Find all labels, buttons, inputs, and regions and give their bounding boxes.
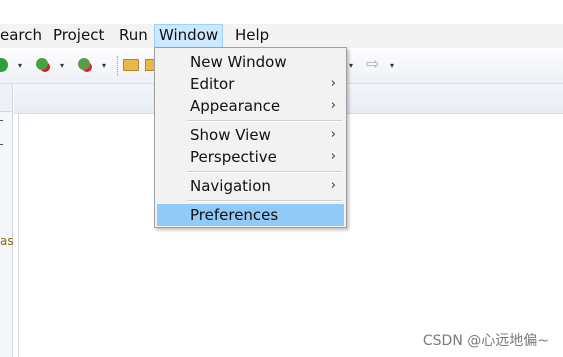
nav-dropdown-icon[interactable]: ▾ bbox=[349, 61, 353, 70]
menu-project[interactable]: Project bbox=[49, 24, 108, 48]
menu-item-label: Appearance bbox=[190, 97, 281, 115]
submenu-arrow-icon: › bbox=[330, 98, 336, 113]
tree-line bbox=[0, 120, 3, 121]
submenu-arrow-icon: › bbox=[330, 149, 336, 164]
submenu-arrow-icon: › bbox=[330, 127, 336, 142]
menu-item-navigation[interactable]: Navigation › bbox=[157, 175, 344, 197]
menu-separator bbox=[187, 200, 342, 202]
menu-item-preferences[interactable]: Preferences bbox=[157, 204, 344, 226]
menu-item-label: Preferences bbox=[190, 206, 279, 224]
open-folder-icon-2[interactable] bbox=[145, 59, 154, 75]
menu-item-perspective[interactable]: Perspective › bbox=[157, 146, 344, 168]
window-menu-dropdown: New Window Editor › Appearance › Show Vi… bbox=[154, 47, 347, 228]
menu-run[interactable]: Run bbox=[115, 24, 152, 48]
toolbar-separator bbox=[117, 56, 118, 76]
run-icon[interactable] bbox=[0, 58, 8, 76]
menu-item-new-window[interactable]: New Window bbox=[157, 51, 344, 73]
menu-item-label: Navigation bbox=[190, 177, 271, 195]
menu-help[interactable]: Help bbox=[231, 24, 273, 48]
open-folder-icon[interactable] bbox=[123, 59, 139, 75]
menu-search[interactable]: earch bbox=[0, 24, 46, 48]
run-dropdown-icon[interactable]: ▾ bbox=[18, 61, 22, 70]
menu-item-label: Editor bbox=[190, 75, 235, 93]
submenu-arrow-icon: › bbox=[330, 178, 336, 193]
external-tool-icon[interactable] bbox=[78, 58, 90, 74]
menu-item-appearance[interactable]: Appearance › bbox=[157, 95, 344, 117]
menu-separator bbox=[187, 171, 342, 173]
menu-item-label: New Window bbox=[190, 53, 287, 71]
forward-icon[interactable]: ⇨ bbox=[366, 56, 379, 72]
tree-line bbox=[0, 144, 3, 145]
menu-bar: earch Project Run Window Help bbox=[0, 24, 563, 48]
left-panel-tab[interactable] bbox=[0, 84, 12, 112]
watermark: CSDN @心远地偏~ bbox=[422, 333, 549, 349]
menu-item-label: Show View bbox=[190, 126, 271, 144]
left-panel-text-fragment: as bbox=[0, 234, 14, 248]
menu-separator bbox=[187, 120, 342, 122]
menu-item-editor[interactable]: Editor › bbox=[157, 73, 344, 95]
left-view-panel: as bbox=[0, 84, 14, 357]
menu-window[interactable]: Window bbox=[154, 24, 224, 48]
forward-dropdown-icon[interactable]: ▾ bbox=[390, 61, 394, 70]
external-tool-dropdown-icon[interactable]: ▾ bbox=[102, 61, 106, 70]
menu-item-label: Perspective bbox=[190, 148, 277, 166]
menu-item-show-view[interactable]: Show View › bbox=[157, 124, 344, 146]
debug-icon[interactable] bbox=[36, 58, 48, 74]
submenu-arrow-icon: › bbox=[330, 76, 336, 91]
debug-dropdown-icon[interactable]: ▾ bbox=[60, 61, 64, 70]
